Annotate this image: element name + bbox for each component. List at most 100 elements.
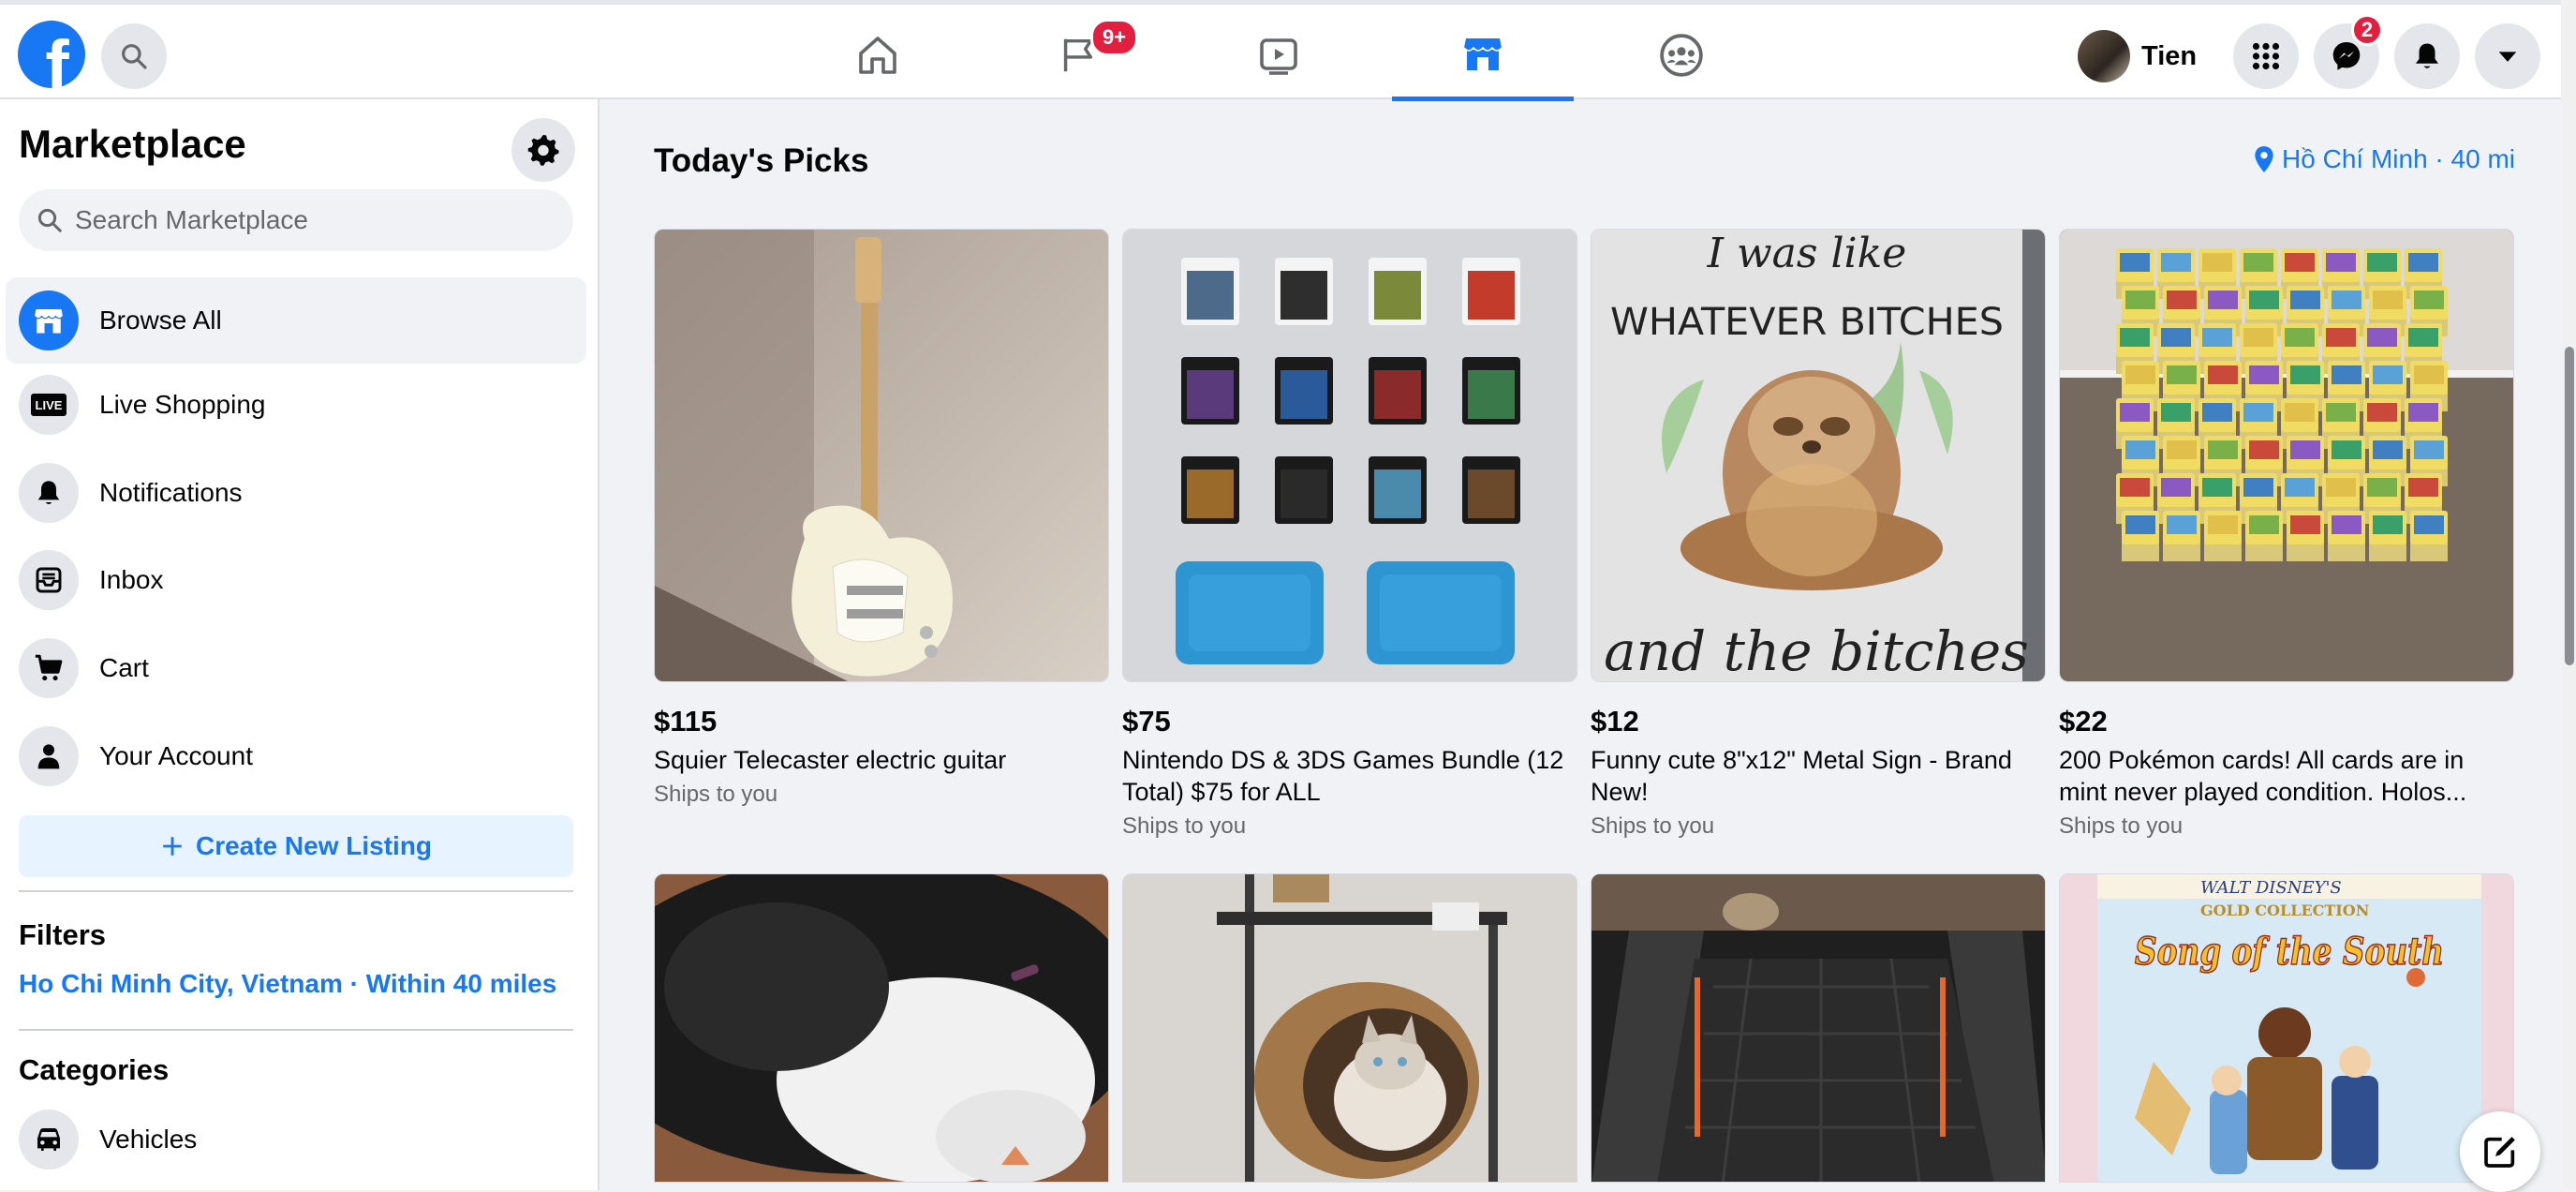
listing-card[interactable]: WALT DISNEY'S GOLD COLLECTION Song of th… bbox=[2059, 873, 2514, 1183]
ds-cartridge-label bbox=[1281, 271, 1327, 320]
profile-button[interactable]: Tien bbox=[2078, 25, 2210, 87]
tab-watch[interactable] bbox=[1188, 9, 1369, 101]
listing-image-pokemon-cards[interactable] bbox=[2059, 229, 2514, 682]
card-art bbox=[2326, 403, 2356, 422]
listing-card[interactable]: $22 200 Pokémon cards! All cards are in … bbox=[2059, 229, 2514, 840]
inbox-icon bbox=[19, 550, 79, 610]
messenger-button[interactable]: 2 bbox=[2314, 14, 2383, 89]
sidebar-item-label: Live Shopping bbox=[99, 390, 266, 419]
sidebar-item-live-shopping[interactable]: LIVE Live Shopping bbox=[6, 362, 586, 448]
card-art bbox=[2373, 515, 2403, 534]
listing-image-cat-tunnel[interactable] bbox=[1122, 873, 1577, 1183]
tab-marketplace[interactable] bbox=[1392, 9, 1574, 101]
svg-text:WALT DISNEY'S: WALT DISNEY'S bbox=[2200, 878, 2342, 898]
account-button[interactable] bbox=[2475, 23, 2540, 89]
listing-card[interactable] bbox=[1122, 873, 1577, 1183]
card-art bbox=[2290, 440, 2320, 459]
person-icon bbox=[19, 726, 79, 786]
sidebar-item-label: Your Account bbox=[99, 741, 253, 770]
location-selector[interactable]: Hồ Chí Minh · 40 mi bbox=[2252, 144, 2515, 174]
tab-home[interactable] bbox=[787, 9, 969, 101]
sidebar-item-cart[interactable]: Cart bbox=[6, 625, 586, 711]
card-art bbox=[2414, 440, 2444, 459]
card-art bbox=[2373, 365, 2403, 384]
profile-name: Tien bbox=[2141, 40, 2198, 71]
listing-card[interactable] bbox=[654, 873, 1109, 1183]
plus-icon bbox=[163, 837, 182, 856]
gear-icon bbox=[527, 134, 559, 166]
listing-shipping: Ships to you bbox=[1122, 813, 1247, 839]
sidebar-item-label: Inbox bbox=[99, 565, 164, 594]
listing-shipping: Ships to you bbox=[1591, 813, 1715, 839]
listing-card[interactable] bbox=[1591, 873, 2046, 1183]
search-button[interactable] bbox=[101, 23, 167, 89]
scrollbar-thumb[interactable] bbox=[2565, 347, 2574, 665]
facebook-logo-icon[interactable]: f bbox=[18, 21, 85, 88]
listing-image-ds-games[interactable] bbox=[1122, 229, 1577, 682]
create-new-listing-button[interactable]: Create New Listing bbox=[19, 815, 573, 877]
card-art bbox=[2167, 365, 2197, 384]
search-input[interactable] bbox=[75, 205, 562, 235]
card-art bbox=[2249, 515, 2279, 534]
svg-text:Song of the South: Song of the South bbox=[2135, 930, 2444, 974]
listing-image-car-seat-cover[interactable] bbox=[1591, 873, 2046, 1183]
sidebar-title: Marketplace bbox=[19, 122, 246, 166]
card-art bbox=[2414, 515, 2444, 534]
tab-pages[interactable]: 9+ bbox=[987, 9, 1169, 101]
card-art bbox=[2326, 328, 2356, 347]
card-art bbox=[2414, 365, 2444, 384]
card-art bbox=[2125, 365, 2155, 384]
compose-edit-icon bbox=[2484, 1137, 2515, 1168]
listing-card[interactable]: $75 Nintendo DS & 3DS Games Bundle (12 T… bbox=[1122, 229, 1577, 840]
search-icon bbox=[37, 208, 62, 232]
card-art bbox=[2408, 253, 2438, 272]
settings-button[interactable] bbox=[511, 118, 575, 182]
card-art bbox=[2332, 440, 2361, 459]
card-art bbox=[2167, 515, 2197, 534]
listing-image-cat[interactable] bbox=[654, 873, 1109, 1183]
card-art bbox=[2249, 440, 2279, 459]
groups-icon bbox=[1660, 34, 1703, 77]
listing-price: $12 bbox=[1591, 705, 1639, 738]
listing-card[interactable]: I was like WHATEVER BITCHES and the bitc… bbox=[1591, 229, 2046, 840]
categories-heading: Categories bbox=[19, 1053, 170, 1086]
marketplace-icon bbox=[1463, 37, 1503, 70]
notifications-button[interactable] bbox=[2394, 23, 2460, 89]
card-art bbox=[2120, 328, 2150, 347]
card-art bbox=[2161, 403, 2191, 422]
sidebar-item-your-account[interactable]: Your Account bbox=[6, 713, 586, 799]
category-label: Vehicles bbox=[99, 1125, 198, 1154]
card-art bbox=[2367, 328, 2397, 347]
ds-cartridge-label bbox=[1374, 271, 1421, 320]
listing-title: Funny cute 8"x12" Metal Sign - Brand New… bbox=[1591, 746, 2012, 806]
marketplace-search[interactable] bbox=[19, 189, 573, 251]
create-new-listing-label: Create New Listing bbox=[195, 831, 433, 860]
divider bbox=[19, 890, 573, 892]
sidebar-item-inbox[interactable]: Inbox bbox=[6, 537, 586, 623]
compose-button[interactable] bbox=[2460, 1111, 2540, 1192]
card-art bbox=[2373, 291, 2403, 309]
card-art bbox=[2243, 253, 2273, 272]
ds-cartridge-label bbox=[1468, 271, 1515, 320]
listing-card[interactable]: $115 Squier Telecaster electric guitar S… bbox=[654, 229, 1109, 808]
card-art bbox=[2243, 328, 2273, 347]
sidebar-item-notifications[interactable]: Notifications bbox=[6, 450, 586, 536]
card-art bbox=[2367, 478, 2397, 497]
tab-groups[interactable] bbox=[1591, 9, 1772, 101]
card-art bbox=[2332, 291, 2361, 309]
ds-cartridge-label bbox=[1281, 370, 1327, 419]
listing-image-guitar[interactable] bbox=[654, 229, 1109, 682]
listing-image-metal-sign[interactable]: I was like WHATEVER BITCHES and the bitc… bbox=[1591, 229, 2046, 682]
ds-cartridge-label bbox=[1187, 370, 1234, 419]
svg-text:LIVE: LIVE bbox=[36, 398, 63, 412]
account-caret-icon bbox=[2498, 52, 2517, 62]
menu-button[interactable] bbox=[2233, 23, 2299, 89]
live-icon: LIVE bbox=[19, 375, 79, 435]
listing-image-dvd[interactable]: WALT DISNEY'S GOLD COLLECTION Song of th… bbox=[2059, 873, 2514, 1183]
listing-price: $75 bbox=[1122, 705, 1171, 738]
card-art bbox=[2167, 440, 2197, 459]
category-item-vehicles[interactable]: Vehicles bbox=[6, 1096, 586, 1183]
location-filter-link[interactable]: Ho Chi Minh City, Vietnam · Within 40 mi… bbox=[19, 969, 556, 999]
card-art bbox=[2285, 403, 2315, 422]
sidebar-item-browse-all[interactable]: Browse All bbox=[6, 277, 586, 364]
